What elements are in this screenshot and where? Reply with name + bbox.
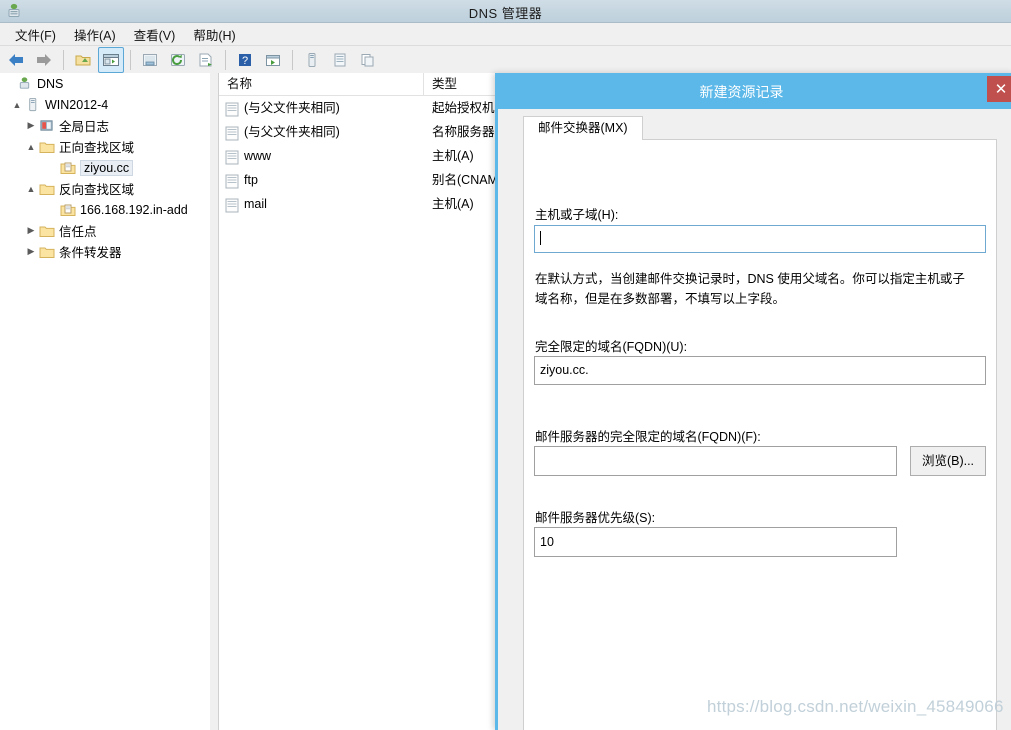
console-tree: DNS ▲ WIN2012-4 ▶ 全局日志 ▲ 正向查找区域 ziyou.cc… <box>0 73 211 730</box>
text-caret <box>540 231 541 245</box>
record-name: www <box>244 149 272 163</box>
toolbar-separator <box>225 50 226 70</box>
zone-icon <box>59 202 76 218</box>
menu-bar: 文件(F) 操作(A) 查看(V) 帮助(H) <box>0 23 1011 46</box>
dns-root-icon <box>16 76 33 92</box>
copy-icon[interactable] <box>355 47 381 73</box>
tab-panel-mx: 主机或子域(H): 在默认方式，当创建邮件交换记录时，DNS 使用父域名。你可以… <box>523 139 997 730</box>
toolbar-separator <box>130 50 131 70</box>
tree-item-label: 条件转发器 <box>59 246 122 260</box>
tree-item-forward-lookup-zones[interactable]: ▲ 正向查找区域 <box>0 136 210 157</box>
server-icon <box>24 97 41 113</box>
close-icon[interactable]: ✕ <box>987 76 1011 102</box>
record-icon <box>225 149 239 164</box>
record-name-cell: (与父文件夹相同) <box>219 120 424 144</box>
expander[interactable]: ▶ <box>24 246 38 257</box>
dialog-title: 新建资源记录 <box>699 84 784 100</box>
record-name-cell: (与父文件夹相同) <box>219 96 424 120</box>
server-icon[interactable] <box>299 47 325 73</box>
zone-icon <box>59 160 76 176</box>
menu-file[interactable]: 文件(F) <box>6 23 65 46</box>
tree-item-label: 全局日志 <box>59 120 110 134</box>
record-icon <box>225 197 239 212</box>
tree-item-ziyou-cc[interactable]: ziyou.cc <box>0 157 210 178</box>
mail-server-fqdn-label: 邮件服务器的完全限定的域名(FQDN)(F): <box>535 430 761 444</box>
tree-item-label: ziyou.cc <box>80 159 134 176</box>
pane-splitter[interactable] <box>210 73 219 730</box>
expander[interactable]: ▲ <box>24 142 38 152</box>
help-icon[interactable]: ? <box>232 47 258 73</box>
window-title: DNS 管理器 <box>468 6 543 21</box>
record-name: mail <box>244 197 267 211</box>
dialog-body: 邮件交换器(MX) 主机或子域(H): 在默认方式，当创建邮件交换记录时，DNS… <box>501 109 1011 730</box>
show-hide-console-tree-icon[interactable] <box>98 47 124 73</box>
mail-server-priority-label: 邮件服务器优先级(S): <box>535 511 656 525</box>
list-icon[interactable] <box>327 47 353 73</box>
record-icon <box>225 173 239 188</box>
tree-item-label: 信任点 <box>59 225 97 239</box>
export-list-icon[interactable] <box>137 47 163 73</box>
global-logs-icon <box>38 118 55 134</box>
tree-item-win2012-4[interactable]: ▲ WIN2012-4 <box>0 94 210 115</box>
new-resource-record-dialog: 新建资源记录 ✕ 邮件交换器(MX) 主机或子域(H): 在默认方式，当创建邮件… <box>495 73 1011 730</box>
up-folder-icon[interactable] <box>70 47 96 73</box>
record-name: (与父文件夹相同) <box>244 125 340 139</box>
mail-server-priority-input[interactable]: 10 <box>534 527 897 557</box>
tree-item-label: DNS <box>37 76 64 91</box>
expander[interactable]: ▶ <box>24 225 38 236</box>
expander[interactable]: ▲ <box>10 100 24 110</box>
tree-item-label: 反向查找区域 <box>59 183 135 197</box>
record-name-cell: mail <box>219 192 424 216</box>
folder-icon <box>38 223 55 239</box>
host-subdomain-input[interactable] <box>534 225 986 253</box>
toolbar-separator <box>292 50 293 70</box>
back-arrow-icon[interactable] <box>3 47 29 73</box>
tree-item-label: WIN2012-4 <box>45 97 109 112</box>
window-titlebar: DNS 管理器 <box>0 0 1011 23</box>
menu-view[interactable]: 查看(V) <box>125 23 185 46</box>
host-subdomain-label: 主机或子域(H): <box>535 208 619 222</box>
new-window-icon[interactable] <box>260 47 286 73</box>
menu-action[interactable]: 操作(A) <box>65 23 125 46</box>
tree-item-trust-points[interactable]: ▶ 信任点 <box>0 220 210 241</box>
tree-item-conditional-forwarders[interactable]: ▶ 条件转发器 <box>0 241 210 262</box>
browse-button[interactable]: 浏览(B)... <box>910 446 986 476</box>
record-name: ftp <box>244 173 258 187</box>
expander[interactable]: ▲ <box>24 184 38 194</box>
mx-hint-text: 在默认方式，当创建邮件交换记录时，DNS 使用父域名。你可以指定主机或子域名称，… <box>535 272 965 306</box>
svg-text:?: ? <box>242 55 248 67</box>
tab-mx-record[interactable]: 邮件交换器(MX) <box>523 116 643 140</box>
tree-item-global-logs[interactable]: ▶ 全局日志 <box>0 115 210 136</box>
mail-server-fqdn-input[interactable] <box>534 446 897 476</box>
tree-item-reverse-zone-166[interactable]: 166.168.192.in-add <box>0 199 210 220</box>
fqdn-label: 完全限定的域名(FQDN)(U): <box>535 340 688 354</box>
forward-arrow-icon[interactable] <box>31 47 57 73</box>
record-name: (与父文件夹相同) <box>244 101 340 115</box>
properties-icon[interactable] <box>193 47 219 73</box>
toolbar: ? <box>0 46 1011 75</box>
tab-strip: 邮件交换器(MX) <box>523 116 643 140</box>
record-icon <box>225 125 239 140</box>
dialog-titlebar: 新建资源记录 ✕ <box>498 73 1011 109</box>
tree-item-label: 正向查找区域 <box>59 141 135 155</box>
tree-item-dns[interactable]: DNS <box>0 73 210 94</box>
record-icon <box>225 101 239 116</box>
folder-icon <box>38 139 55 155</box>
dns-manager-window: DNS 管理器 文件(F) 操作(A) 查看(V) 帮助(H) ? DNS ▲ … <box>0 0 1011 730</box>
fqdn-input[interactable]: ziyou.cc. <box>534 356 986 385</box>
tree-item-label: 166.168.192.in-add <box>80 202 188 217</box>
record-name-cell: ftp <box>219 168 424 192</box>
menu-help[interactable]: 帮助(H) <box>184 23 244 46</box>
folder-icon <box>38 244 55 260</box>
folder-icon <box>38 181 55 197</box>
expander[interactable]: ▶ <box>24 120 38 131</box>
record-name-cell: www <box>219 144 424 168</box>
column-header-name[interactable]: 名称 <box>219 73 424 95</box>
refresh-icon[interactable] <box>165 47 191 73</box>
toolbar-separator <box>63 50 64 70</box>
tree-item-reverse-lookup-zones[interactable]: ▲ 反向查找区域 <box>0 178 210 199</box>
